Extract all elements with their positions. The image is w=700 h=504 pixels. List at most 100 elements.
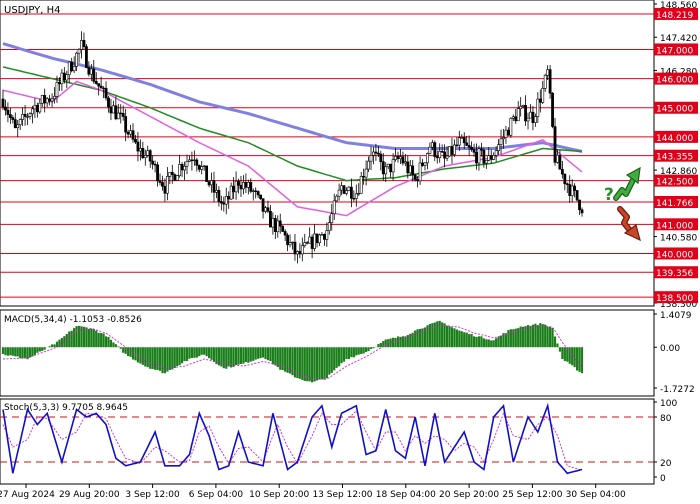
macd-bar	[235, 347, 237, 365]
macd-bar	[441, 322, 443, 347]
macd-bar	[456, 330, 458, 348]
macd-bar	[169, 347, 171, 370]
macd-bar	[193, 347, 195, 358]
macd-bar	[115, 344, 117, 347]
macd-bar	[279, 347, 281, 370]
macd-bar	[549, 326, 551, 347]
macd-bar	[321, 347, 323, 379]
candle	[448, 146, 450, 157]
macd-bar	[198, 347, 200, 356]
macd-bar	[149, 347, 151, 369]
level-label-text: 141.000	[656, 221, 693, 231]
macd-bar	[237, 347, 239, 364]
macd-bar	[274, 347, 276, 365]
macd-bar	[14, 347, 16, 356]
macd-bar	[233, 347, 235, 367]
macd-bar	[129, 347, 131, 357]
macd-bar	[31, 347, 33, 356]
candle	[85, 44, 87, 68]
macd-bar	[267, 347, 269, 360]
macd-bar	[466, 333, 468, 348]
macd-bar	[186, 347, 188, 361]
macd-bar	[316, 347, 318, 380]
macd-bar	[448, 326, 450, 347]
level-label-text: 148.219	[656, 11, 693, 21]
macd-bar	[228, 347, 230, 366]
macd-bar	[181, 347, 183, 363]
macd-bar	[313, 347, 315, 381]
macd-bar	[215, 347, 217, 364]
macd-bar	[105, 336, 107, 347]
level-label: 138.500	[654, 291, 698, 304]
level-label: 148.219	[654, 8, 698, 21]
macd-bar	[399, 337, 401, 347]
macd-bar	[311, 347, 313, 382]
macd-bar	[107, 337, 109, 347]
macd-bar	[201, 347, 203, 355]
price-title: USDJPY, H4	[4, 5, 60, 16]
time-tick-label: 13 Sep 12:00	[312, 490, 372, 500]
macd-bar	[100, 333, 102, 347]
macd-bar	[156, 347, 158, 370]
level-label: 142.500	[654, 175, 698, 188]
macd-bar	[117, 346, 119, 347]
level-label: 146.000	[654, 73, 698, 86]
macd-bar	[76, 326, 78, 347]
stoch-title: Stoch(5,3,3) 9.7705 8.9645	[4, 403, 128, 413]
macd-bar	[247, 347, 249, 363]
macd-bar	[80, 326, 82, 347]
macd-bar	[576, 347, 578, 370]
stoch-tick-label: 0	[660, 474, 666, 484]
macd-bar	[463, 332, 465, 347]
macd-tick-label: -1.7272	[660, 385, 695, 395]
macd-bar	[451, 327, 453, 347]
macd-bar	[39, 347, 41, 351]
macd-bar	[176, 347, 178, 366]
macd-bar	[110, 340, 112, 347]
level-label-text: 146.000	[656, 76, 693, 86]
macd-bar	[264, 347, 266, 359]
macd-bar	[171, 347, 173, 369]
macd-bar	[414, 331, 416, 348]
stoch-tick-label: 20	[660, 459, 672, 469]
macd-bar	[360, 347, 362, 354]
chart-stage: 148.560147.420146.280144.000142.860141.7…	[0, 0, 700, 500]
time-axis: 27 Aug 202429 Aug 20:003 Sep 12:006 Sep …	[0, 484, 626, 500]
macd-bar	[225, 347, 227, 369]
macd-bar	[174, 347, 176, 368]
candle	[174, 173, 176, 181]
macd-bar	[41, 347, 43, 351]
macd-bar	[372, 347, 374, 348]
macd-bar	[144, 347, 146, 366]
macd-axis: 1.40790.00-1.7272	[654, 311, 695, 395]
macd-bar	[431, 323, 433, 347]
macd-bar	[4, 347, 6, 355]
macd-bar	[7, 347, 9, 356]
macd-bar	[490, 340, 492, 347]
macd-bar	[537, 325, 539, 347]
candle	[343, 185, 345, 194]
candle	[282, 225, 284, 232]
level-label: 140.000	[654, 247, 698, 260]
macd-bar	[495, 338, 497, 347]
time-tick-label: 27 Aug 2024	[0, 490, 55, 500]
macd-bar	[380, 343, 382, 347]
macd-bar	[208, 347, 210, 358]
price-tick-label: 147.420	[660, 34, 697, 44]
macd-bar	[505, 333, 507, 347]
macd-bar	[367, 347, 369, 351]
macd-bar	[122, 347, 124, 353]
macd-bar	[179, 347, 181, 365]
macd-bar	[210, 347, 212, 360]
macd-bar	[102, 333, 104, 347]
macd-bar	[188, 347, 190, 359]
macd-bar	[164, 347, 166, 373]
macd-bar	[255, 347, 257, 359]
macd-bar	[554, 336, 556, 347]
level-label: 145.000	[654, 102, 698, 115]
macd-bar	[338, 347, 340, 366]
macd-bar	[269, 347, 271, 361]
macd-bar	[44, 347, 46, 349]
macd-bar	[331, 347, 333, 373]
macd-bar	[260, 347, 262, 358]
